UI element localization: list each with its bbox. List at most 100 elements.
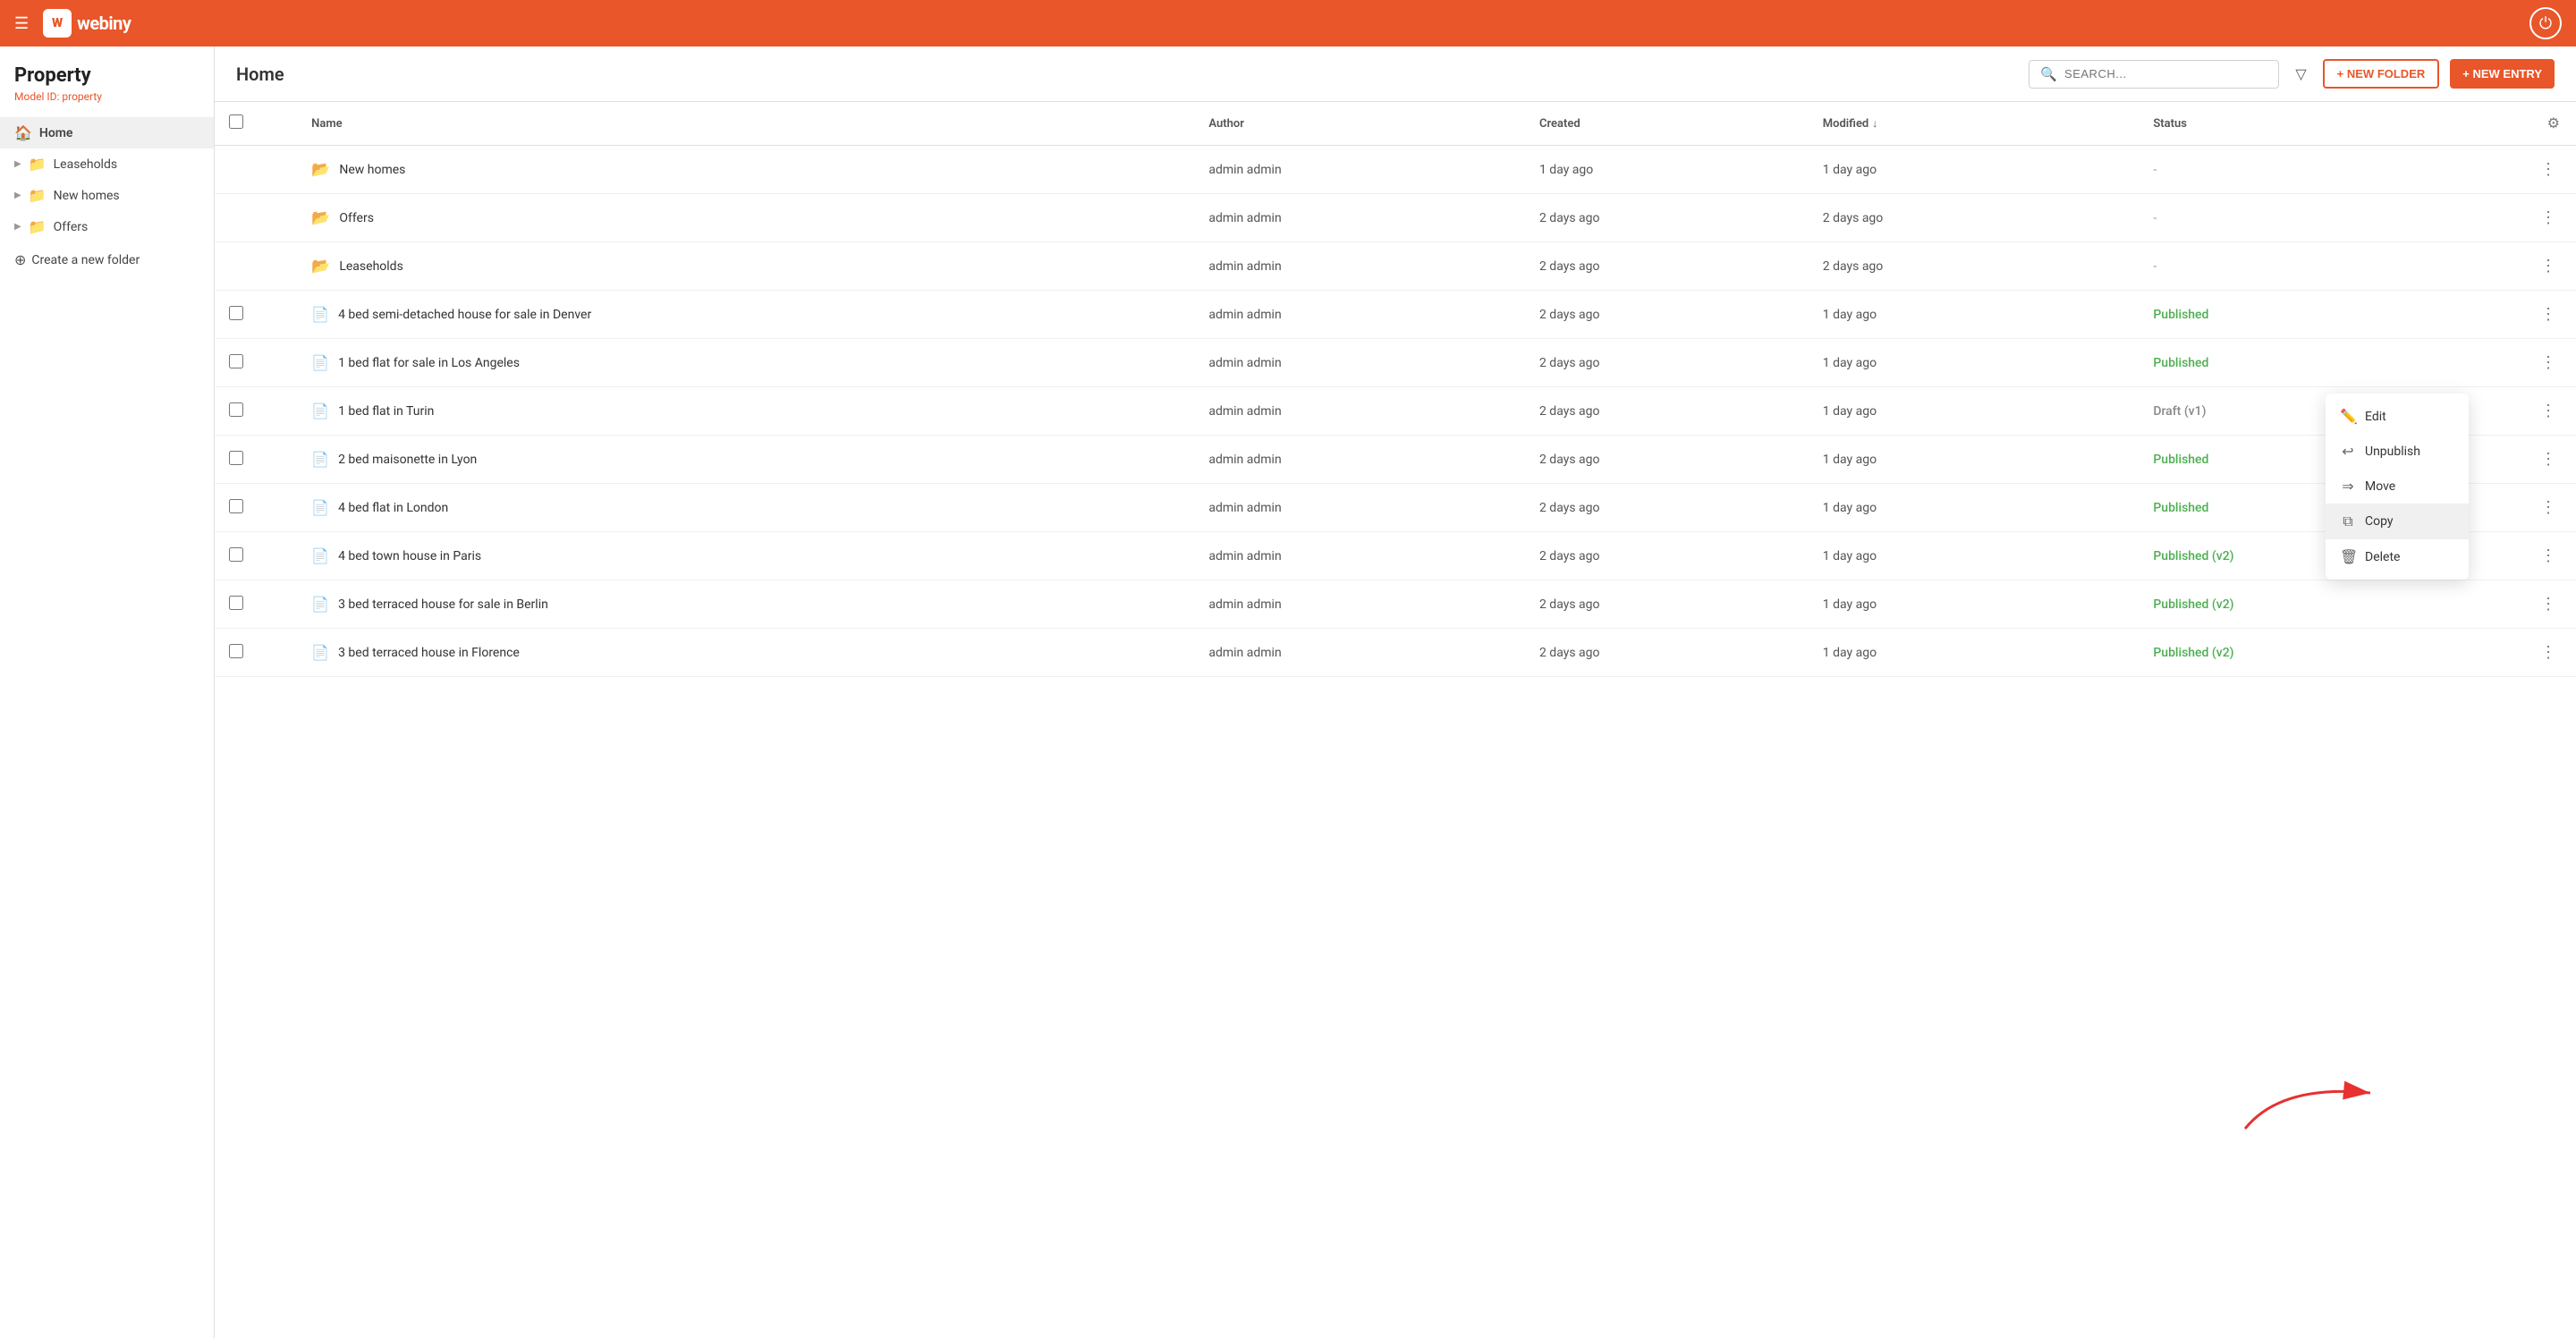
row-actions-button[interactable]: ⋮ <box>2535 448 2562 470</box>
table-row: 📄 1 bed flat for sale in Los Angeles adm… <box>215 339 2576 387</box>
settings-icon[interactable]: ⚙ <box>2546 113 2562 134</box>
row-check-cell <box>215 146 297 194</box>
entry-icon: 📄 <box>311 644 329 661</box>
entry-icon: 📄 <box>311 306 329 323</box>
row-author: admin admin <box>1194 242 1525 291</box>
row-check-cell <box>215 387 297 436</box>
row-name: 3 bed terraced house in Florence <box>338 646 520 660</box>
nav-right: ⏻ <box>2529 7 2562 39</box>
filter-button[interactable]: ▽ <box>2290 60 2311 89</box>
filter-icon: ▽ <box>2295 67 2306 82</box>
search-input[interactable] <box>2064 67 2267 80</box>
row-name: 2 bed maisonette in Lyon <box>338 453 477 467</box>
row-actions-cell: ⋮ <box>2470 146 2576 194</box>
row-status: Published <box>2139 291 2470 339</box>
row-actions-button[interactable]: ⋮ <box>2535 303 2562 326</box>
chevron-icon: ▶ <box>14 159 21 169</box>
row-modified: 2 days ago <box>1809 194 2140 242</box>
row-status: Published (v2) <box>2139 580 2470 629</box>
logo-letter: W <box>52 16 63 30</box>
folder-icon: 📂 <box>311 161 330 179</box>
row-actions-button[interactable]: ⋮ <box>2535 545 2562 567</box>
context-menu: ✏️ Edit ↩ Unpublish ⇒ Move ⧉ Copy 🗑 Dele… <box>2326 394 2469 580</box>
th-modified[interactable]: Modified ↓ <box>1809 102 2140 146</box>
row-checkbox[interactable] <box>229 547 243 562</box>
context-menu-item-copy[interactable]: ⧉ Copy <box>2326 504 2469 539</box>
row-name-cell: 📄 3 bed terraced house for sale in Berli… <box>297 580 1194 629</box>
table-row: 📄 4 bed semi-detached house for sale in … <box>215 291 2576 339</box>
sidebar-item-leaseholds[interactable]: ▶ 📁 Leaseholds <box>0 148 214 180</box>
row-actions-button[interactable]: ⋮ <box>2535 255 2562 277</box>
row-actions-cell: ⋮ <box>2470 532 2576 580</box>
row-actions-button[interactable]: ⋮ <box>2535 158 2562 181</box>
row-name: 1 bed flat in Turin <box>338 404 434 419</box>
sidebar-item-offers[interactable]: ▶ 📁 Offers <box>0 211 214 242</box>
table-row: 📄 4 bed town house in Paris admin admin … <box>215 532 2576 580</box>
row-check-cell <box>215 242 297 291</box>
row-created: 2 days ago <box>1525 194 1809 242</box>
sidebar-item-label: Home <box>39 126 73 140</box>
table-row: 📂 Leaseholds admin admin 2 days ago 2 da… <box>215 242 2576 291</box>
sidebar-item-home[interactable]: 🏠 Home <box>0 117 214 148</box>
th-status: Status <box>2139 102 2470 146</box>
row-actions-button[interactable]: ⋮ <box>2535 593 2562 615</box>
context-menu-item-move[interactable]: ⇒ Move <box>2326 469 2469 504</box>
th-checkbox <box>215 102 297 146</box>
new-entry-button[interactable]: + NEW ENTRY <box>2450 59 2555 89</box>
row-actions-button[interactable]: ⋮ <box>2535 351 2562 374</box>
row-checkbox[interactable] <box>229 354 243 368</box>
hamburger-icon[interactable]: ☰ <box>14 14 29 33</box>
model-title: Property <box>0 64 214 90</box>
th-actions: ⚙ <box>2470 102 2576 146</box>
row-actions-button[interactable]: ⋮ <box>2535 207 2562 229</box>
row-actions-button[interactable]: ⋮ <box>2535 641 2562 664</box>
new-folder-button[interactable]: + NEW FOLDER <box>2323 59 2440 89</box>
row-author: admin admin <box>1194 291 1525 339</box>
row-name-cell: 📄 4 bed town house in Paris <box>297 532 1194 580</box>
select-all-checkbox[interactable] <box>229 114 243 129</box>
row-name-cell: 📄 1 bed flat for sale in Los Angeles <box>297 339 1194 387</box>
row-checkbox[interactable] <box>229 596 243 610</box>
row-modified: 1 day ago <box>1809 291 2140 339</box>
row-name-cell: 📂 Offers <box>297 194 1194 242</box>
entry-icon: 📄 <box>311 596 329 613</box>
row-created: 2 days ago <box>1525 484 1809 532</box>
row-name-cell: 📄 1 bed flat in Turin <box>297 387 1194 436</box>
table-row: 📂 Offers admin admin 2 days ago 2 days a… <box>215 194 2576 242</box>
row-name[interactable]: Offers <box>339 211 374 225</box>
delete-icon: 🗑 <box>2340 548 2356 565</box>
create-folder-button[interactable]: ⊕ Create a new folder <box>0 242 214 277</box>
home-icon: 🏠 <box>14 124 32 141</box>
row-actions-button[interactable]: ⋮ <box>2535 496 2562 519</box>
th-name: Name <box>297 102 1194 146</box>
model-id: Model ID: property <box>0 90 214 117</box>
sidebar-nav: 🏠 Home ▶ 📁 Leaseholds ▶ 📁 New homes ▶ 📁 … <box>0 117 214 242</box>
row-name[interactable]: New homes <box>339 163 405 177</box>
model-id-label: Model ID: <box>14 90 59 103</box>
main-content: Home 🔍 ▽ + NEW FOLDER + NEW ENTRY Name <box>215 47 2576 1338</box>
row-name-cell: 📄 3 bed terraced house in Florence <box>297 629 1194 677</box>
row-modified: 1 day ago <box>1809 387 2140 436</box>
context-menu-item-edit[interactable]: ✏️ Edit <box>2326 399 2469 434</box>
chevron-icon: ▶ <box>14 191 21 200</box>
page-title: Home <box>236 64 2018 85</box>
row-checkbox[interactable] <box>229 644 243 658</box>
plus-circle-icon: ⊕ <box>14 251 26 268</box>
context-menu-item-unpublish[interactable]: ↩ Unpublish <box>2326 434 2469 469</box>
move-icon: ⇒ <box>2340 478 2356 495</box>
row-checkbox[interactable] <box>229 306 243 320</box>
row-check-cell <box>215 291 297 339</box>
power-icon[interactable]: ⏻ <box>2529 7 2562 39</box>
copy-icon: ⧉ <box>2340 512 2356 530</box>
row-actions-button[interactable]: ⋮ <box>2535 400 2562 422</box>
row-check-cell <box>215 629 297 677</box>
row-author: admin admin <box>1194 194 1525 242</box>
row-checkbox[interactable] <box>229 402 243 417</box>
row-checkbox[interactable] <box>229 499 243 513</box>
entry-icon: 📄 <box>311 354 329 371</box>
row-name[interactable]: Leaseholds <box>339 259 402 274</box>
row-check-cell <box>215 339 297 387</box>
sidebar-item-new-homes[interactable]: ▶ 📁 New homes <box>0 180 214 211</box>
row-checkbox[interactable] <box>229 451 243 465</box>
context-menu-item-delete[interactable]: 🗑 Delete <box>2326 539 2469 574</box>
